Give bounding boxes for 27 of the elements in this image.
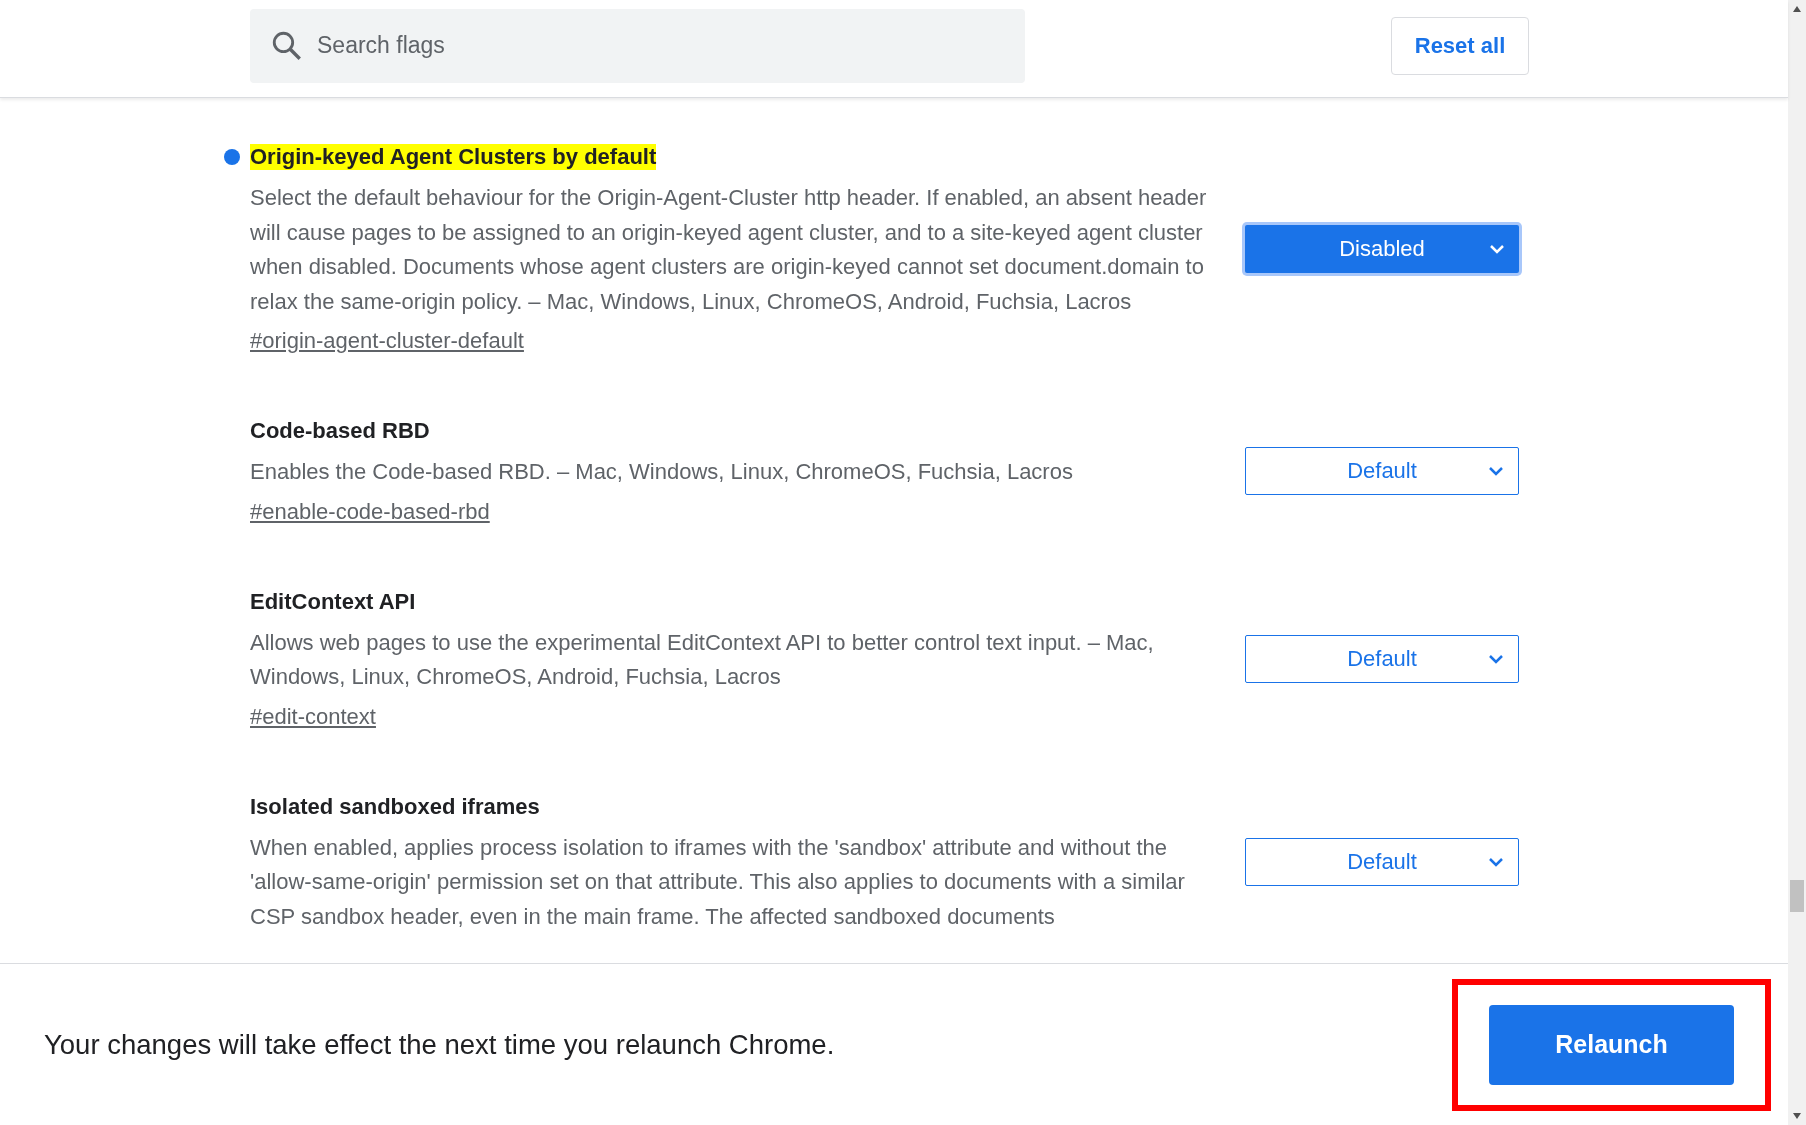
scrollbar-thumb[interactable] bbox=[1790, 880, 1804, 912]
flag-description: When enabled, applies process isolation to iframes with the 'sandbox' attribute and without the 'allow-same-origin' permission set on that attribute. This also applies to documents with a similar CSP sandbox header, even in the main frame. The affected sandboxed documents bbox=[250, 833, 1186, 931]
reset-all-button[interactable]: Reset all bbox=[1391, 16, 1529, 75]
relaunch-button[interactable]: Relaunch bbox=[1489, 1004, 1734, 1085]
flag-link[interactable]: #edit-context bbox=[250, 699, 376, 734]
flag-select[interactable]: Default bbox=[1245, 837, 1519, 886]
flag-title: Isolated sandboxed iframes bbox=[250, 793, 540, 820]
scroll-up-icon[interactable] bbox=[1792, 5, 1802, 13]
scrollbar[interactable] bbox=[1788, 0, 1806, 1125]
flag-title: Origin-keyed Agent Clusters by default bbox=[250, 144, 657, 170]
search-field[interactable]: Search flags bbox=[250, 8, 1025, 83]
scroll-down-icon[interactable] bbox=[1792, 1112, 1802, 1120]
flag-select[interactable]: Default bbox=[1245, 447, 1519, 496]
chevron-icon bbox=[1488, 465, 1504, 478]
flag-title: Code-based RBD bbox=[250, 418, 430, 444]
flag-select[interactable]: Default bbox=[1245, 635, 1519, 683]
flag-description: Enables the Code-based RBD. – Mac, Windows, Linux, ChromeOS, Fuchsia, Lacros bbox=[250, 458, 1074, 486]
chevron-icon bbox=[1488, 855, 1504, 868]
flag-link[interactable]: #origin-agent-cluster-default bbox=[250, 324, 524, 358]
chevron-icon bbox=[1489, 243, 1505, 255]
flag-title: EditContext API bbox=[250, 588, 416, 615]
flag-description: Allows web pages to use the experimental EditContext API to better control text input. – Mac, Windows, Linux, ChromeOS, Android, Fuchsia, Lacros bbox=[250, 628, 1155, 691]
flag-description: Select the default behaviour for the Origin-Agent-Cluster http header. If enabled, an absent header will cause pages to be assigned to an origin-keyed agent cluster, and to a site-keyed agent cluster when disabled. Documents whose agent clusters are origin-keyed cannot set document.domain to relax the same-origin policy. – Mac, Windows, Linux, ChromeOS, Android, Fuchsia, Lacros bbox=[250, 184, 1208, 316]
flag-link[interactable]: #enable-code-based-rbd bbox=[250, 494, 490, 529]
chevron-icon bbox=[1488, 653, 1504, 665]
flag-select[interactable]: Disabled bbox=[1245, 225, 1519, 273]
relaunch-message: Your changes will take effect the next time you relaunch Chrome. bbox=[44, 1028, 835, 1061]
